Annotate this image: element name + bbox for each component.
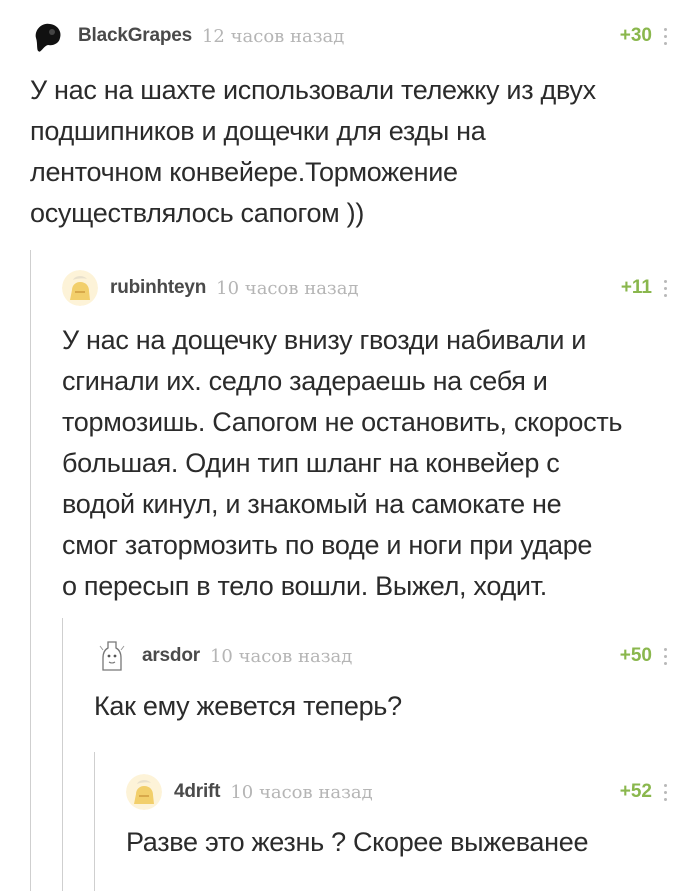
timestamp[interactable]: 10 часов назад — [230, 782, 372, 803]
dark-blob-avatar-icon[interactable] — [30, 18, 66, 54]
comment-text-line: тормозишь. Сапогом не остановить, скорос… — [62, 407, 623, 437]
thread-line-level-2[interactable] — [62, 618, 63, 891]
comment-text-line: сгинали их. седло задераешь на себя и — [62, 366, 548, 396]
comment-header: rubinhteyn 10 часов назад +11 — [62, 270, 670, 306]
comment-text-line: Разве это жезнь ? Скорее выжеванее — [126, 827, 589, 857]
rating: +50 — [619, 645, 652, 666]
comment-header: arsdor 10 часов назад +50 — [94, 638, 670, 674]
username[interactable]: arsdor — [142, 645, 200, 667]
username[interactable]: rubinhteyn — [110, 277, 206, 299]
comment-text-line: смог затормозить по воде и ноги при удар… — [62, 530, 593, 560]
comment-text-line: осуществлялось сапогом )) — [30, 198, 365, 228]
thread-line-level-3[interactable] — [94, 752, 95, 891]
comment-text-line: У нас на шахте использовали тележку из д… — [30, 75, 596, 105]
rating: +52 — [619, 781, 652, 802]
more-options-icon[interactable] — [660, 782, 670, 802]
thread-line-level-1[interactable] — [30, 250, 31, 891]
timestamp[interactable]: 10 часов назад — [216, 278, 358, 299]
comment-text-line: ленточном конвейере.Торможение — [30, 157, 458, 187]
comment-text-line: о пересып в тело вошли. Выжел, ходит. — [62, 571, 547, 601]
comment-text-line: Как ему жевется теперь? — [94, 691, 402, 721]
default-yellow-avatar-icon[interactable] — [62, 270, 98, 306]
comment-rubinhteyn: rubinhteyn 10 часов назад +11 У нас на д… — [62, 270, 670, 601]
comment-4drift: 4drift 10 часов назад +52 Разве это жезн… — [126, 774, 670, 874]
comment-text: Разве это жезнь ? Скорее выжеванее — [126, 822, 670, 863]
username[interactable]: 4drift — [174, 781, 221, 803]
comment-text: Как ему жевется теперь? — [94, 686, 670, 727]
default-yellow-avatar-icon[interactable] — [126, 774, 162, 810]
comment-text-line: У нас на дощечку внизу гвозди набивали и — [62, 325, 587, 355]
comment-header: 4drift 10 часов назад +52 — [126, 774, 670, 810]
comment-text-line: большая. Один тип шланг на конвейер с — [62, 448, 560, 478]
comment-text-line: подшипников и дощечки для езды на — [30, 116, 486, 146]
more-options-icon[interactable] — [660, 278, 670, 298]
timestamp[interactable]: 10 часов назад — [210, 646, 352, 667]
comment-text: У нас на шахте использовали тележку из д… — [30, 70, 670, 234]
rating: +30 — [619, 25, 652, 46]
comment-header: BlackGrapes 12 часов назад +30 — [30, 18, 670, 54]
timestamp[interactable]: 12 часов назад — [202, 26, 344, 47]
comment-text-line: водой кинул, и знакомый на самокате не — [62, 489, 562, 519]
comment-arsdor: arsdor 10 часов назад +50 Как ему жеветс… — [94, 638, 670, 738]
comment-text: У нас на дощечку внизу гвозди набивали и… — [62, 320, 670, 607]
sketch-bottle-avatar-icon[interactable] — [94, 638, 130, 674]
comment-blackgrapes: BlackGrapes 12 часов назад +30 У нас на … — [30, 18, 670, 228]
more-options-icon[interactable] — [660, 646, 670, 666]
rating: +11 — [620, 277, 652, 298]
username[interactable]: BlackGrapes — [78, 25, 192, 47]
more-options-icon[interactable] — [660, 26, 670, 46]
